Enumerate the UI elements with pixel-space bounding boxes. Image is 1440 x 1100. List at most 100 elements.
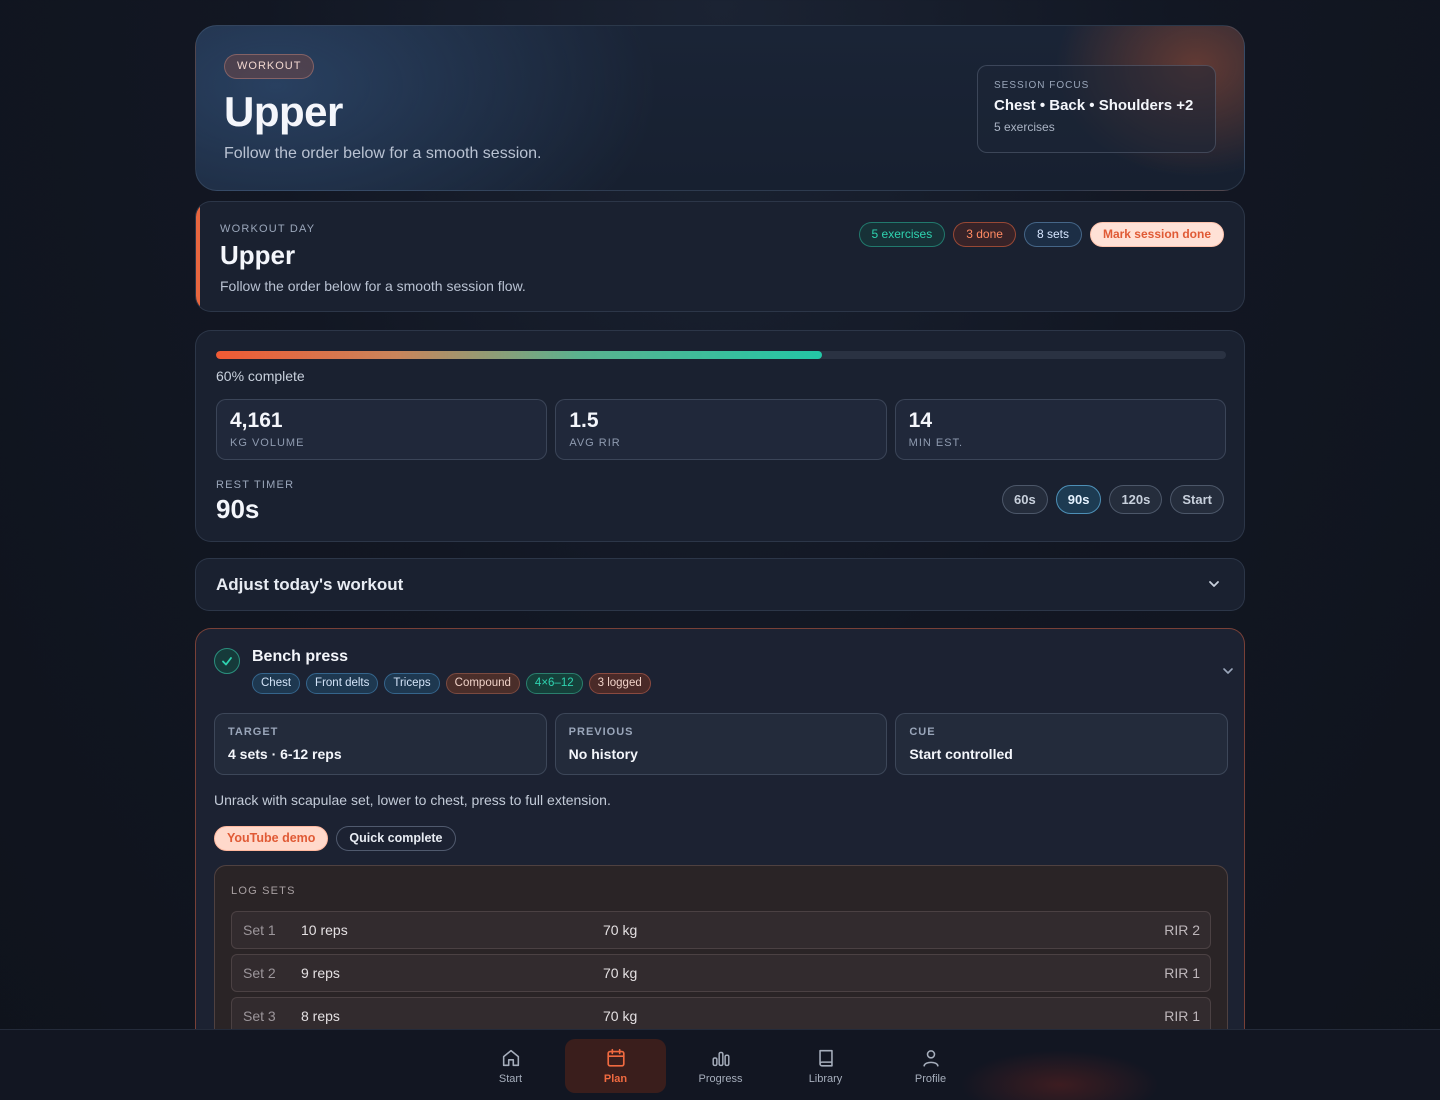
nav-label: Progress [698, 1073, 743, 1085]
day-chips: 5 exercises 3 done 8 sets Mark session d… [858, 222, 1224, 247]
scheme-tag: 4×6–12 [525, 673, 583, 694]
stat-avg-rir: 1.5 AVG RIR [555, 399, 887, 460]
nav-label: Library [808, 1073, 843, 1085]
bar-chart-icon [711, 1051, 730, 1067]
log-sets-label: LOG SETS [231, 885, 296, 897]
stat-label: KG VOLUME [230, 437, 305, 449]
chevron-down-icon[interactable] [1220, 663, 1236, 679]
rest-timer-label: REST TIMER [216, 479, 295, 491]
session-focus-value: Chest • Back • Shoulders +2 [994, 97, 1194, 114]
set-row[interactable]: Set 2 9 reps 70 kg RIR 1 [231, 954, 1211, 992]
stat-value: 14 [908, 409, 933, 432]
nav-label: Plan [603, 1073, 628, 1085]
workout-day-card: WORKOUT DAY Upper Follow the order below… [195, 201, 1245, 312]
set-reps: 9 reps [301, 965, 340, 981]
info-value: Start controlled [909, 746, 1013, 762]
stat-min-est: 14 MIN EST. [894, 399, 1226, 460]
exercise-complete-checkbox[interactable] [214, 648, 240, 674]
progress-card: 60% complete 4,161 KG VOLUME 1.5 AVG RIR… [195, 330, 1245, 542]
progress-bar-fill [216, 351, 822, 359]
exercises-count-chip: 5 exercises [858, 222, 946, 247]
muscle-tag: Front delts [306, 673, 379, 694]
nav-item-plan[interactable]: Plan [565, 1039, 666, 1093]
logged-tag: 3 logged [588, 673, 651, 694]
home-icon [502, 1049, 519, 1067]
adjust-workout-title: Adjust today's workout [216, 575, 404, 594]
youtube-demo-button[interactable]: YouTube demo [214, 826, 329, 851]
nav-label: Start [498, 1073, 523, 1085]
workout-badge: WORKOUT [224, 54, 315, 79]
workout-day-title: Upper [220, 240, 296, 270]
stat-volume: 4,161 KG VOLUME [216, 399, 548, 460]
check-icon [222, 657, 232, 666]
muscle-tag: Chest [252, 673, 301, 694]
progress-bar [216, 351, 1226, 359]
rest-timer-value: 90s [216, 494, 260, 524]
set-rir: RIR 2 [1164, 922, 1200, 938]
stat-label: AVG RIR [569, 437, 621, 449]
workout-day-subtitle: Follow the order below for a smooth sess… [220, 278, 526, 294]
set-rir: RIR 1 [1164, 1008, 1200, 1024]
stat-value: 4,161 [230, 409, 283, 432]
set-weight: 70 kg [603, 1008, 638, 1024]
sets-count-chip: 8 sets [1023, 222, 1082, 247]
stats-row: 4,161 KG VOLUME 1.5 AVG RIR 14 MIN EST. [216, 399, 1226, 460]
stat-value: 1.5 [569, 409, 599, 432]
info-label: CUE [909, 726, 936, 738]
workout-day-label: WORKOUT DAY [220, 223, 316, 235]
calendar-icon [606, 1048, 625, 1067]
nav-item-progress[interactable]: Progress [670, 1039, 771, 1093]
bottom-nav: Start Plan Progress Library Profile [0, 1029, 1440, 1100]
timer-120s-button[interactable]: 120s [1109, 485, 1163, 514]
nav-label: Profile [914, 1073, 947, 1085]
done-count-chip: 3 done [953, 222, 1016, 247]
cue-box: CUE Start controlled [895, 713, 1229, 775]
book-icon [818, 1049, 833, 1067]
progress-label: 60% complete [216, 368, 305, 384]
page-title: Upper [224, 88, 343, 135]
info-label: PREVIOUS [568, 726, 634, 738]
set-number: Set 2 [243, 965, 276, 981]
quick-complete-button[interactable]: Quick complete [336, 826, 456, 851]
info-value: 4 sets · 6-12 reps [228, 746, 342, 762]
nav-item-profile[interactable]: Profile [880, 1039, 981, 1093]
set-rir: RIR 1 [1164, 965, 1200, 981]
stat-label: MIN EST. [908, 437, 964, 449]
exercise-actions: YouTube demo Quick complete [214, 826, 456, 851]
set-reps: 10 reps [301, 922, 348, 938]
set-weight: 70 kg [603, 965, 638, 981]
exercise-description: Unrack with scapulae set, lower to chest… [214, 792, 611, 808]
set-number: Set 3 [243, 1008, 276, 1024]
session-focus-card: SESSION FOCUS Chest • Back • Shoulders +… [977, 65, 1216, 153]
timer-start-button[interactable]: Start [1170, 485, 1224, 514]
hero-card: WORKOUT Upper Follow the order below for… [195, 25, 1245, 191]
user-icon [922, 1050, 939, 1067]
info-label: TARGET [228, 726, 279, 738]
target-box: TARGET 4 sets · 6-12 reps [214, 713, 547, 775]
type-tag: Compound [445, 673, 520, 694]
session-focus-count: 5 exercises [994, 120, 1055, 134]
nav-item-library[interactable]: Library [775, 1039, 876, 1093]
nav-items: Start Plan Progress Library Profile [460, 1039, 985, 1093]
day-accent-bar [196, 202, 200, 311]
timer-60s-button[interactable]: 60s [1002, 485, 1048, 514]
muscle-tag: Triceps [384, 673, 440, 694]
session-focus-label: SESSION FOCUS [994, 80, 1090, 91]
page-subtitle: Follow the order below for a smooth sess… [224, 145, 542, 162]
nav-item-start[interactable]: Start [460, 1039, 561, 1093]
set-row[interactable]: Set 1 10 reps 70 kg RIR 2 [231, 911, 1211, 949]
exercise-info-row: TARGET 4 sets · 6-12 reps PREVIOUS No hi… [214, 713, 1229, 775]
mark-session-done-button[interactable]: Mark session done [1089, 222, 1224, 247]
chevron-down-icon [1209, 581, 1219, 587]
exercise-tags: Chest Front delts Triceps Compound 4×6–1… [252, 673, 651, 694]
set-weight: 70 kg [603, 922, 638, 938]
rest-timer-options: 60s 90s 120s Start [1002, 485, 1224, 514]
info-value: No history [568, 746, 638, 762]
adjust-workout-toggle[interactable]: Adjust today's workout [195, 558, 1245, 611]
exercise-title: Bench press [252, 648, 349, 665]
timer-90s-button[interactable]: 90s [1055, 485, 1102, 514]
nav-glow [960, 1050, 1160, 1100]
set-number: Set 1 [243, 922, 276, 938]
previous-box: PREVIOUS No history [554, 713, 888, 775]
set-reps: 8 reps [301, 1008, 340, 1024]
